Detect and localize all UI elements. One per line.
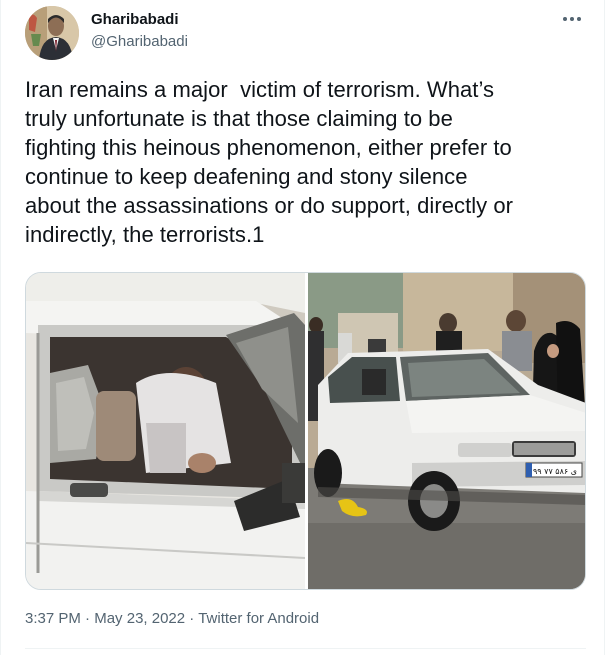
tweet-text: Iran remains a major victim of terrorism… [25, 77, 514, 247]
more-options-button[interactable] [558, 8, 586, 30]
tweet-card: Gharibabadi @Gharibabadi Iran remains a … [0, 0, 605, 655]
license-plate-text: ۹۹ ی ۵۸۶ ۷۷ [533, 467, 577, 476]
avatar[interactable] [25, 6, 79, 60]
meta-separator: · [80, 610, 95, 627]
tweet-media: ۹۹ ی ۵۸۶ ۷۷ [25, 272, 586, 590]
author-block: Gharibabadi @Gharibabadi [91, 10, 188, 52]
divider [25, 648, 586, 649]
tweet-metadata: 3:37 PM · May 23, 2022 · Twitter for And… [25, 609, 319, 629]
tweet-date-link[interactable]: May 23, 2022 [94, 610, 185, 627]
photo-car-door [26, 273, 305, 589]
avatar-image [25, 6, 79, 60]
meta-separator: · [185, 610, 199, 627]
tweet-time-link[interactable]: 3:37 PM [25, 610, 81, 627]
tweet-source-link[interactable]: Twitter for Android [198, 610, 319, 627]
more-horizontal-icon [563, 17, 581, 21]
author-handle[interactable]: @Gharibabadi [91, 32, 188, 52]
media-photo-right[interactable]: ۹۹ ی ۵۸۶ ۷۷ [308, 273, 585, 589]
tweet-header: Gharibabadi @Gharibabadi [25, 6, 586, 62]
media-photo-left[interactable] [26, 273, 305, 589]
author-display-name[interactable]: Gharibabadi [91, 10, 188, 30]
photo-street-car: ۹۹ ی ۵۸۶ ۷۷ [308, 273, 585, 589]
